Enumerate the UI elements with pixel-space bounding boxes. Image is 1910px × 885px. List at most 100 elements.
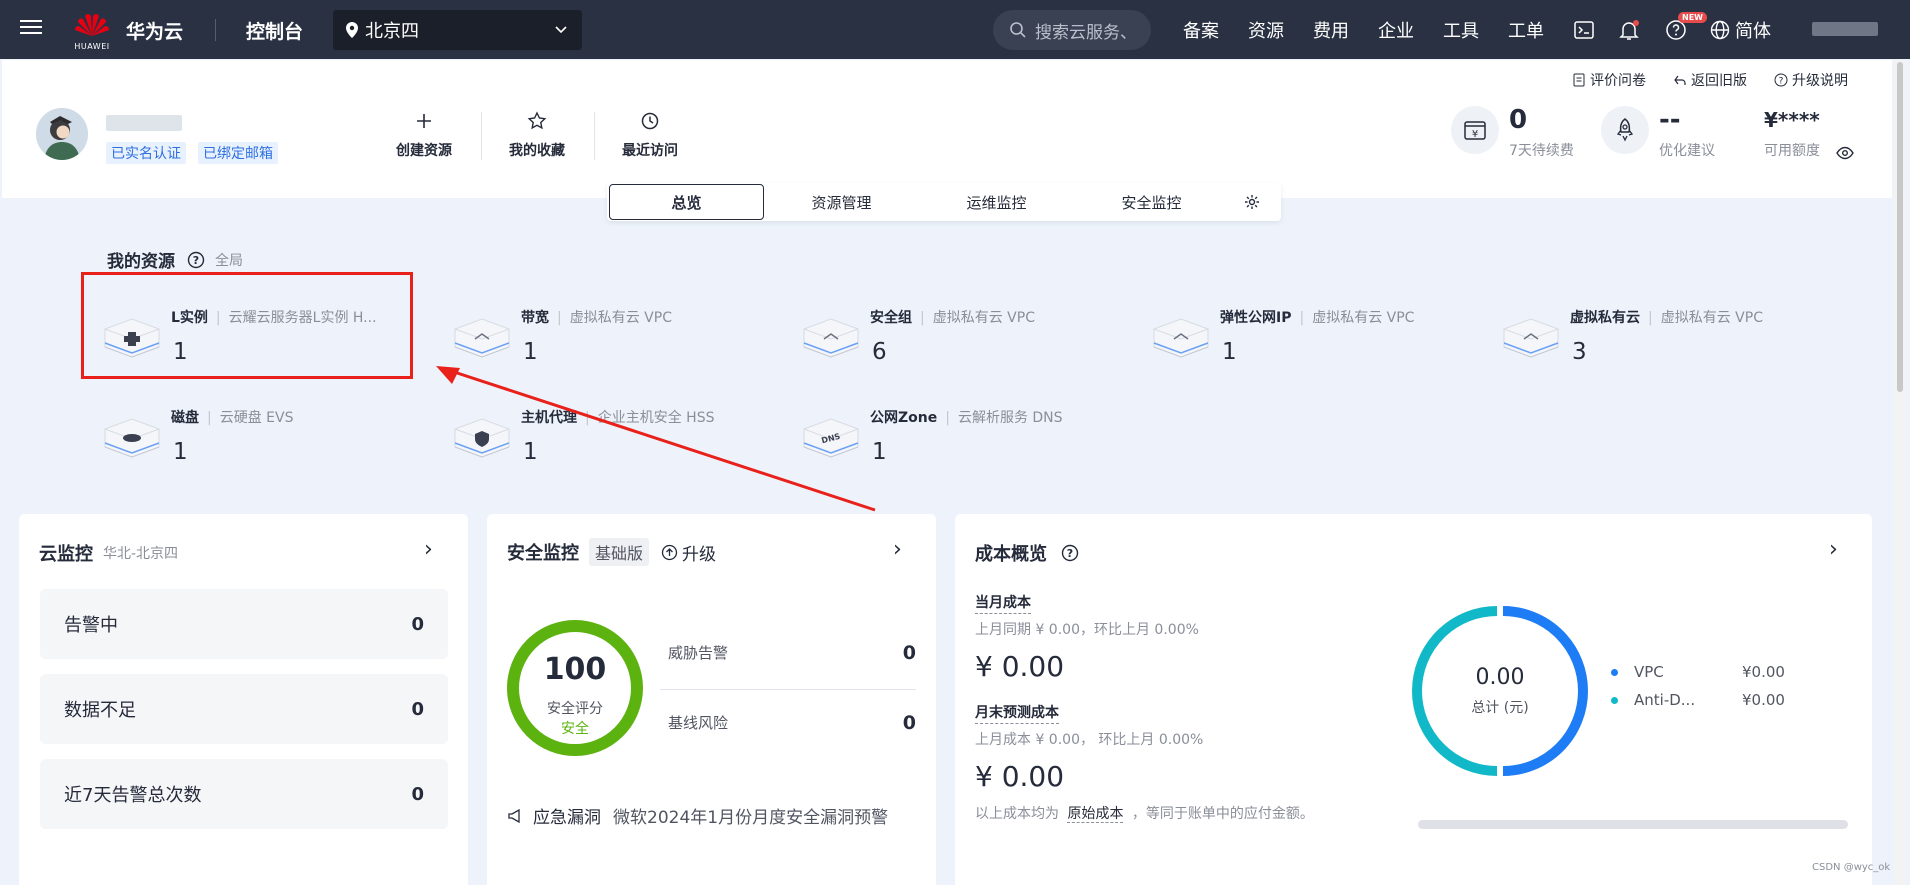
resource-item[interactable]: 虚拟私有云 | 虚拟私有云 VPC 3 xyxy=(1500,297,1830,377)
row-value: 0 xyxy=(902,712,916,734)
chevron-down-icon xyxy=(555,26,567,34)
legend-name: Anti-D... xyxy=(1634,691,1696,709)
language-label: 简体 xyxy=(1735,21,1771,42)
region-selector[interactable]: 北京四 xyxy=(333,10,582,50)
email-bound-tag[interactable]: 已绑定邮箱 xyxy=(198,142,278,164)
monitor-region: 华北-北京四 xyxy=(103,546,179,562)
scrollbar-thumb[interactable] xyxy=(1897,62,1903,392)
recent-visits-button[interactable]: 最近访问 xyxy=(600,108,700,160)
resource-service: 云硬盘 EVS xyxy=(219,410,294,426)
create-resource-button[interactable]: 创建资源 xyxy=(374,108,474,160)
favorites-label: 我的收藏 xyxy=(509,143,565,159)
return-old-version-link[interactable]: 返回旧版 xyxy=(1673,70,1747,90)
optimization-stat[interactable]: -- 优化建议 xyxy=(1601,106,1715,160)
svg-text:?: ? xyxy=(193,254,199,267)
nav-enterprise[interactable]: 企业 xyxy=(1378,17,1414,43)
horizontal-scrollbar[interactable] xyxy=(1418,820,1848,829)
huawei-logo[interactable]: HUAWEI xyxy=(72,10,112,51)
globe-icon xyxy=(1710,20,1730,40)
chevron-right-icon[interactable]: › xyxy=(1829,537,1838,562)
tab-settings[interactable] xyxy=(1229,194,1275,210)
annotation-arrow xyxy=(436,366,876,512)
resources-title-text: 我的资源 xyxy=(107,252,175,272)
user-menu[interactable] xyxy=(1812,22,1878,36)
resource-service: 虚拟私有云 VPC xyxy=(1312,310,1415,326)
nav-beian[interactable]: 备案 xyxy=(1183,17,1219,43)
page-scrollbar[interactable] xyxy=(1894,60,1906,885)
realname-verified-tag[interactable]: 已实名认证 xyxy=(106,142,186,164)
alarm-active-row[interactable]: 告警中 0 xyxy=(40,589,448,659)
separator: | xyxy=(557,310,562,326)
legend-item-vpc[interactable]: VPC ¥0.00 xyxy=(1611,663,1785,681)
tab-security-monitoring[interactable]: 安全监控 xyxy=(1074,184,1229,220)
threat-alarm-row[interactable]: 威胁告警 0 xyxy=(668,642,916,664)
alarm-7days-row[interactable]: 近7天告警总次数 0 xyxy=(40,759,448,829)
vuln-text[interactable]: 微软2024年1月份月度安全漏洞预警 xyxy=(613,803,888,828)
row-label: 数据不足 xyxy=(64,700,136,721)
baseline-risk-row[interactable]: 基线风险 0 xyxy=(668,712,916,734)
resource-type[interactable]: 安全组 xyxy=(870,310,912,326)
chevron-right-icon[interactable]: › xyxy=(893,537,902,562)
resource-name: 安全组 | 虚拟私有云 VPC xyxy=(870,307,1035,327)
resource-count[interactable]: 1 xyxy=(173,439,188,465)
brand-label: HUAWEI xyxy=(74,42,110,51)
nav-billing[interactable]: 费用 xyxy=(1313,17,1349,43)
renewal-label: 7天待续费 xyxy=(1509,143,1574,159)
resource-service: 云解析服务 DNS xyxy=(957,410,1063,426)
chevron-right-icon[interactable]: › xyxy=(424,537,433,562)
return-icon xyxy=(1674,75,1686,85)
tab-overview[interactable]: 总览 xyxy=(609,184,764,220)
score-status: 安全 xyxy=(561,721,589,737)
help-circle-icon[interactable]: ? xyxy=(1061,544,1079,562)
legend-dot xyxy=(1611,696,1618,704)
separator: | xyxy=(945,410,950,426)
row-value: 0 xyxy=(411,783,424,805)
resource-type[interactable]: 磁盘 xyxy=(171,410,199,426)
upgrade-notes-link[interactable]: ? 升级说明 xyxy=(1774,70,1848,90)
upgrade-arrow-icon xyxy=(661,544,678,560)
nav-resources[interactable]: 资源 xyxy=(1248,17,1284,43)
renewal-stat[interactable]: ¥ 0 7天待续费 xyxy=(1451,106,1574,160)
search-input[interactable]: 搜索云服务、 xyxy=(993,10,1151,50)
resource-item[interactable]: 磁盘 | 云硬盘 EVS 1 xyxy=(101,397,431,477)
search-placeholder: 搜索云服务、 xyxy=(1035,22,1137,43)
bell-icon[interactable] xyxy=(1616,17,1642,43)
help-circle-icon[interactable]: ? xyxy=(187,251,205,269)
hamburger-menu-icon[interactable] xyxy=(20,17,42,39)
row-value: 0 xyxy=(411,613,424,635)
available-credit-stat[interactable]: ¥**** 可用额度 xyxy=(1764,106,1820,160)
console-title[interactable]: 控制台 xyxy=(246,17,303,44)
renewal-bill-icon: ¥ xyxy=(1464,121,1486,140)
megaphone-icon xyxy=(508,808,520,823)
forecast-cost-label[interactable]: 月末预测成本 xyxy=(975,702,1059,724)
resource-cube-icon xyxy=(803,318,859,358)
optimization-label: 优化建议 xyxy=(1659,143,1715,159)
cloud-shell-icon[interactable] xyxy=(1571,17,1597,43)
emergency-vuln-row[interactable]: 应急漏洞 微软2024年1月份月度安全漏洞预警 xyxy=(507,803,888,828)
raw-cost-link[interactable]: 原始成本 xyxy=(1067,806,1124,823)
resource-count[interactable]: 3 xyxy=(1572,339,1587,365)
tab-resource-management[interactable]: 资源管理 xyxy=(764,184,919,220)
favorites-button[interactable]: 我的收藏 xyxy=(487,108,587,160)
resource-type[interactable]: 弹性公网IP xyxy=(1220,310,1291,326)
survey-link[interactable]: 评价问卷 xyxy=(1572,70,1646,90)
nav-tools[interactable]: 工具 xyxy=(1443,17,1479,43)
cost-donut-chart: 0.00 总计 (元) xyxy=(1412,603,1588,779)
upgrade-button[interactable]: 升级 xyxy=(661,540,716,565)
resource-item[interactable]: 弹性公网IP | 虚拟私有云 VPC 1 xyxy=(1150,297,1480,377)
language-selector[interactable]: 简体 xyxy=(1710,17,1771,43)
eye-icon[interactable] xyxy=(1836,146,1854,164)
tab-ops-monitoring[interactable]: 运维监控 xyxy=(919,184,1074,220)
separator: | xyxy=(1299,310,1305,326)
resource-type[interactable]: 带宽 xyxy=(521,310,549,326)
insufficient-data-row[interactable]: 数据不足 0 xyxy=(40,674,448,744)
resource-type[interactable]: 公网Zone xyxy=(870,410,937,426)
nav-tickets[interactable]: 工单 xyxy=(1508,17,1544,43)
resource-type[interactable]: 虚拟私有云 xyxy=(1570,310,1640,326)
brand-name[interactable]: 华为云 xyxy=(126,17,183,44)
month-cost-label[interactable]: 当月成本 xyxy=(975,592,1031,614)
avatar[interactable] xyxy=(36,108,88,160)
legend-item-antid[interactable]: Anti-D... ¥0.00 xyxy=(1611,691,1785,709)
resources-scope[interactable]: 全局 xyxy=(215,250,243,270)
resource-count[interactable]: 1 xyxy=(1222,339,1237,365)
